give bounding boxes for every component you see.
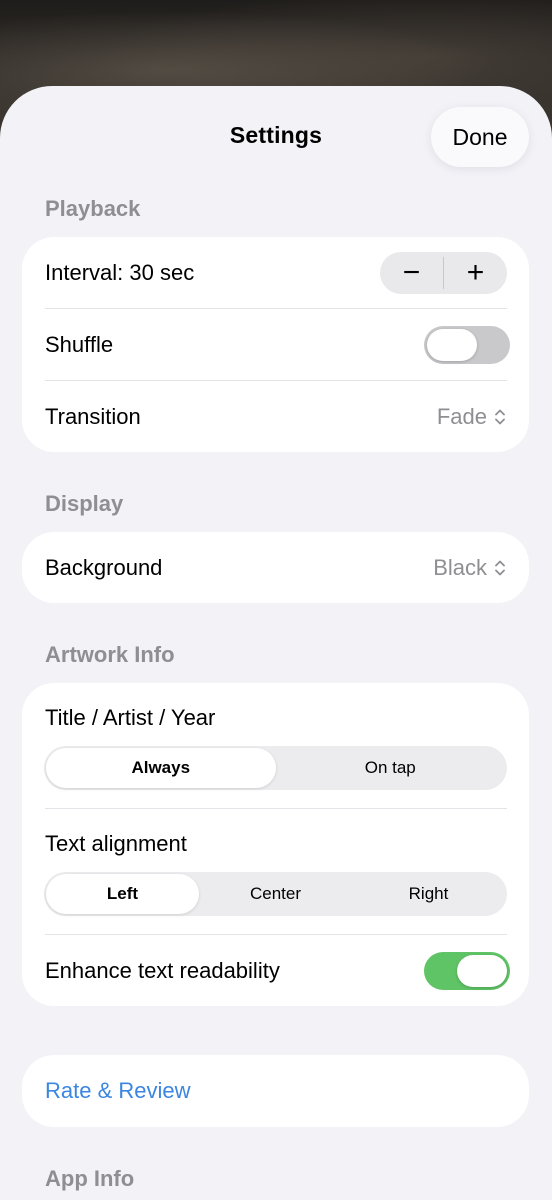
transition-picker[interactable]: Fade xyxy=(437,404,507,430)
enhance-readability-row: Enhance text readability xyxy=(22,935,529,1006)
shuffle-row: Shuffle xyxy=(22,309,529,381)
background-value: Black xyxy=(433,554,487,580)
transition-label: Transition xyxy=(45,404,141,429)
rate-review-card: Rate & Review xyxy=(22,1055,529,1127)
row-divider xyxy=(45,808,507,809)
shuffle-toggle[interactable] xyxy=(424,326,510,364)
transition-value: Fade xyxy=(436,404,487,429)
title-artist-year-label: Title / Artist / Year xyxy=(45,705,216,730)
settings-sheet: Settings Done Playback Interval: 30 sec … xyxy=(0,86,552,1200)
enhance-readability-label: Enhance text readability xyxy=(45,957,280,983)
chevron-up-down-icon xyxy=(495,560,505,575)
rate-review-link[interactable]: Rate & Review xyxy=(45,1078,191,1104)
background-label: Background xyxy=(45,554,163,580)
section-header-artwork-info: Artwork Info xyxy=(45,642,175,667)
section-header-display: Display xyxy=(45,491,124,516)
toggle-knob xyxy=(457,954,507,987)
display-card: Background Black xyxy=(22,532,529,603)
text-alignment-segmented-control: Left Center Right xyxy=(44,872,507,916)
background-row[interactable]: Background Black xyxy=(22,532,529,603)
section-header-app-info: App Info xyxy=(45,1166,135,1191)
rate-review-row[interactable]: Rate & Review xyxy=(22,1055,529,1127)
interval-label: Interval: 30 sec xyxy=(45,260,195,285)
segment-center[interactable]: Center xyxy=(199,874,352,914)
done-button[interactable]: Done xyxy=(431,107,529,167)
segment-always[interactable]: Always xyxy=(46,748,276,788)
shuffle-label: Shuffle xyxy=(45,332,114,357)
title-display-segmented-control: Always On tap xyxy=(44,746,507,790)
transition-row[interactable]: Transition Fade xyxy=(22,381,529,453)
background-picker[interactable]: Black xyxy=(433,555,507,581)
artwork-info-card: Title / Artist / Year Always On tap Text… xyxy=(22,683,529,1006)
increment-button[interactable]: + xyxy=(444,252,507,294)
interval-row: Interval: 30 sec − + xyxy=(22,237,529,309)
segment-on-tap[interactable]: On tap xyxy=(276,748,506,788)
interval-stepper: − + xyxy=(380,252,507,294)
segment-right[interactable]: Right xyxy=(352,874,505,914)
playback-card: Interval: 30 sec − + Shuffle Transition … xyxy=(22,237,529,452)
enhance-readability-toggle[interactable] xyxy=(424,951,510,990)
toggle-knob xyxy=(427,329,477,361)
text-alignment-label: Text alignment xyxy=(45,831,187,856)
chevron-up-down-icon xyxy=(495,409,505,425)
decrement-button[interactable]: − xyxy=(380,252,443,294)
section-header-playback: Playback xyxy=(45,196,141,221)
segment-left[interactable]: Left xyxy=(46,874,199,914)
